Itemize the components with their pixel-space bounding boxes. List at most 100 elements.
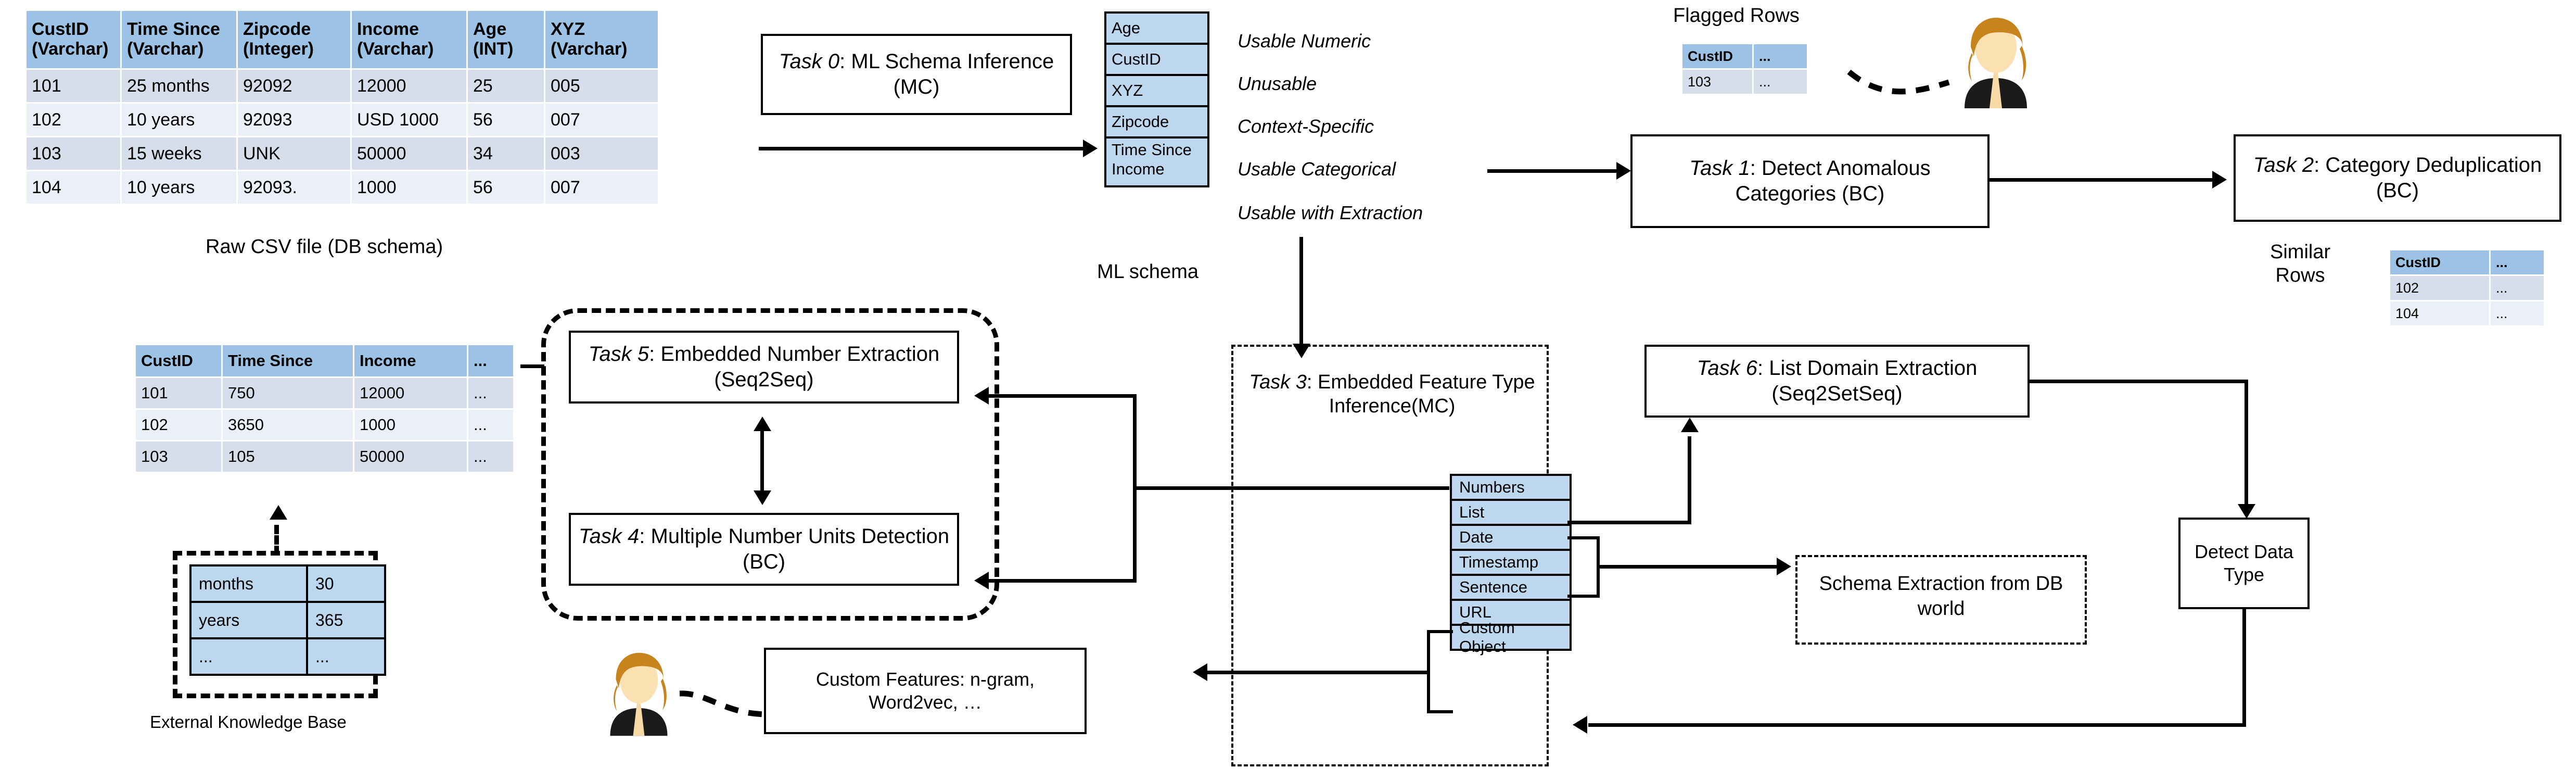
annotation-unusable: Unusable xyxy=(1238,73,1317,94)
cell-age: 25 xyxy=(466,68,545,104)
column-header-income: Income (Varchar) xyxy=(350,9,468,70)
task6-to-detect-vertical xyxy=(2245,380,2248,507)
table-row: 102 3650 1000 ... xyxy=(134,408,515,442)
ml-schema-item-zipcode[interactable]: Zipcode xyxy=(1106,107,1207,138)
table-row: 101 750 12000 ... xyxy=(134,376,515,410)
detect-data-type-box[interactable]: Detect Data Type xyxy=(2178,518,2310,609)
task0-label: Task 0: ML Schema Inference (MC) xyxy=(770,49,1063,100)
task2-text: : Category Deduplication (BC) xyxy=(2314,154,2542,202)
table-row: 101 25 months 92092 12000 25 005 xyxy=(25,68,659,104)
task2-label: Task 2: Category Deduplication (BC) xyxy=(2243,153,2552,204)
detect-to-custom-object-head xyxy=(1573,716,1587,734)
annotation-usable-numeric: Usable Numeric xyxy=(1238,30,1371,52)
column-header-more: ... xyxy=(1752,43,1808,70)
numbers-branch-to-task4-head xyxy=(974,572,989,589)
cell-income: 12000 xyxy=(353,376,468,410)
task0-box[interactable]: Task 0: ML Schema Inference (MC) xyxy=(761,34,1072,115)
cell-zipcode: 92092 xyxy=(236,68,352,104)
custom-features-box[interactable]: Custom Features: n-gram, Word2vec, … xyxy=(764,648,1087,734)
column-header-income: Income xyxy=(353,344,468,378)
feature-type-list[interactable]: List xyxy=(1452,501,1570,526)
custom-object-bracket-bottom xyxy=(1427,710,1453,713)
cell-zipcode: UNK xyxy=(236,136,352,171)
arrow-to-schema-extraction-line xyxy=(1597,565,1779,569)
cell-value: 365 xyxy=(306,601,386,639)
feature-type-sentence[interactable]: Sentence xyxy=(1452,576,1570,601)
cell-timesince: 25 months xyxy=(120,68,238,104)
cell-xyz: 005 xyxy=(544,68,659,104)
task4-label: Task 4: Multiple Number Units Detection … xyxy=(578,524,950,575)
table-row: months 30 xyxy=(189,564,386,603)
similar-rows-caption: Similar Rows xyxy=(2270,241,2331,286)
ml-schema-item-xyz[interactable]: XYZ xyxy=(1106,76,1207,107)
table-row: 103 ... xyxy=(1681,68,1808,95)
annotation-usable-with-extraction: Usable with Extraction xyxy=(1238,202,1423,223)
arrow-categorical-to-task1-line xyxy=(1487,169,1617,173)
ml-schema-item-age[interactable]: Age xyxy=(1106,14,1207,45)
schema-extraction-label: Schema Extraction from DB world xyxy=(1819,573,2063,620)
detect-to-custom-object-vertical xyxy=(2242,609,2246,725)
cell-income: 1000 xyxy=(353,408,468,442)
annotation-usable-categorical: Usable Categorical xyxy=(1238,158,1396,180)
arrow-task5-task4-head-up xyxy=(754,417,771,431)
timestamp-bracket-bottom xyxy=(1567,595,1600,598)
cell-income: 50000 xyxy=(353,440,468,473)
table-row: ... ... xyxy=(189,637,386,676)
task2-box[interactable]: Task 2: Category Deduplication (BC) xyxy=(2234,134,2561,222)
task1-box[interactable]: Task 1: Detect Anomalous Categories (BC) xyxy=(1630,134,1990,228)
person-icon xyxy=(1965,18,2027,108)
task4-box[interactable]: Task 4: Multiple Number Units Detection … xyxy=(569,513,959,586)
arrow-raw-to-mlschema-head xyxy=(1083,140,1098,157)
detect-data-type-label: Detect Data Type xyxy=(2194,541,2294,585)
cell-income: 50000 xyxy=(350,136,468,171)
arrow-task5-task4-line xyxy=(760,430,764,492)
cell-more: ... xyxy=(467,376,515,410)
task6-to-detect-horizontal xyxy=(2030,380,2248,383)
column-header-custid: CustID xyxy=(1681,43,1754,70)
column-header-timesince: Time Since xyxy=(221,344,354,378)
table-row: 104 10 years 92093. 1000 56 007 xyxy=(25,170,659,205)
task3-prefix: Task 3 xyxy=(1249,371,1307,393)
feature-type-timestamp[interactable]: Timestamp xyxy=(1452,551,1570,576)
ml-schema-item-timesince-income[interactable]: Time Since Income xyxy=(1106,138,1207,185)
task0-prefix: Task 0 xyxy=(779,50,840,73)
similar-rows-table: CustID ... 102 ... 104 ... xyxy=(2389,249,2545,327)
cell-unit: years xyxy=(189,601,308,639)
numbers-branch-to-task5-head xyxy=(974,387,989,405)
cell-timesince: 10 years xyxy=(120,102,238,137)
list-to-task6-head xyxy=(1681,418,1699,432)
cell-custid: 102 xyxy=(2389,274,2491,301)
column-header-custid: CustID xyxy=(134,344,223,378)
table-row: 102 ... xyxy=(2389,274,2545,301)
arrow-raw-to-mlschema-line xyxy=(759,147,1084,150)
cell-value: ... xyxy=(306,637,386,676)
extracted-values-table: CustID Time Since Income ... 101 750 120… xyxy=(134,344,515,473)
ml-schema-item-custid[interactable]: CustID xyxy=(1106,45,1207,76)
knowledge-base-caption: External Knowledge Base xyxy=(150,712,347,732)
column-header-custid: CustID xyxy=(2389,249,2491,276)
ml-schema-caption: ML schema xyxy=(1097,261,1198,283)
task4-prefix: Task 4 xyxy=(578,525,640,548)
arrow-task1-to-task2-head xyxy=(2212,171,2227,188)
feature-type-numbers[interactable]: Numbers xyxy=(1452,476,1570,501)
cell-xyz: 007 xyxy=(544,170,659,205)
feature-type-date[interactable]: Date xyxy=(1452,526,1570,551)
cell-more: ... xyxy=(467,408,515,442)
task6-box[interactable]: Task 6: List Domain Extraction (Seq2SetS… xyxy=(1644,345,2030,418)
cell-xyz: 007 xyxy=(544,102,659,137)
column-header-xyz: XYZ (Varchar) xyxy=(544,9,659,70)
task6-to-detect-head xyxy=(2238,504,2255,519)
arrow-to-custom-features-head xyxy=(1193,663,1207,681)
ml-schema-list: Age CustID XYZ Zipcode Time Since Income xyxy=(1104,11,1209,187)
cell-custid: 104 xyxy=(2389,300,2491,327)
cell-zipcode: 92093. xyxy=(236,170,352,205)
cell-custid: 104 xyxy=(25,170,122,205)
task5-box[interactable]: Task 5: Embedded Number Extraction (Seq2… xyxy=(569,331,959,404)
task6-text: : List Domain Extraction (Seq2SetSeq) xyxy=(1757,357,1978,405)
cell-age: 56 xyxy=(466,170,545,205)
arrow-kb-to-table-head xyxy=(270,505,287,520)
feature-type-custom-object[interactable]: Custom Object xyxy=(1452,619,1570,656)
person-to-custom-features-connector xyxy=(679,690,766,717)
task5-label: Task 5: Embedded Number Extraction (Seq2… xyxy=(578,342,950,393)
cell-income: 1000 xyxy=(350,170,468,205)
